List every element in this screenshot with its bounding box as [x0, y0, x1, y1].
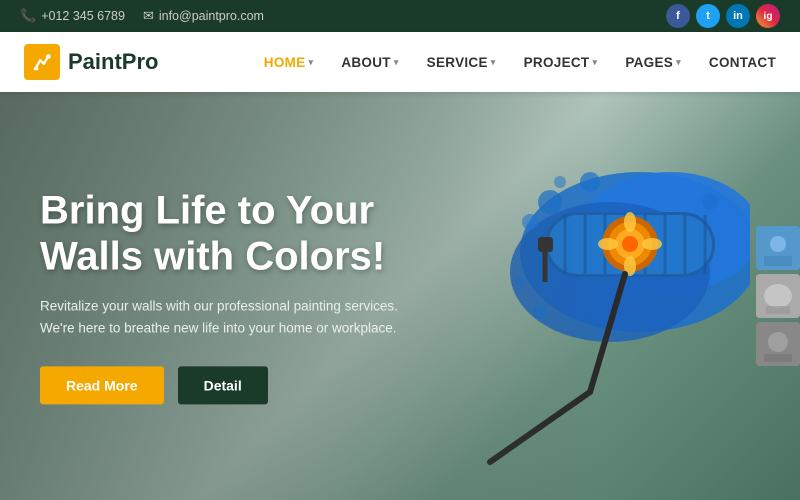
chevron-down-icon: ▾ [491, 57, 496, 68]
phone-icon: 📞 [20, 8, 36, 24]
email-info: ✉ info@paintpro.com [143, 8, 264, 24]
hero-section: Bring Life to Your Walls with Colors! Re… [0, 92, 800, 500]
mail-icon: ✉ [143, 8, 154, 24]
instagram-icon[interactable]: ig [756, 4, 780, 28]
nav-project[interactable]: PROJECT ▾ [524, 55, 598, 70]
facebook-icon[interactable]: f [666, 4, 690, 28]
top-bar-contact: 📞 +012 345 6789 ✉ info@paintpro.com [20, 8, 264, 24]
hero-title: Bring Life to Your Walls with Colors! [40, 187, 480, 279]
email-address: info@paintpro.com [159, 9, 264, 23]
hero-content: Bring Life to Your Walls with Colors! Re… [40, 187, 480, 404]
chevron-down-icon: ▾ [676, 57, 681, 68]
hero-subtitle: Revitalize your walls with our professio… [40, 295, 420, 338]
side-thumbnails [756, 226, 800, 366]
chevron-down-icon: ▾ [592, 57, 597, 68]
navbar: PaintPro HOME ▾ ABOUT ▾ SERVICE ▾ PROJEC… [0, 32, 800, 92]
read-more-button[interactable]: Read More [40, 367, 164, 405]
thumbnail-2[interactable] [756, 274, 800, 318]
chevron-down-icon: ▾ [309, 57, 314, 68]
nav-links: HOME ▾ ABOUT ▾ SERVICE ▾ PROJECT ▾ PAGES… [264, 55, 776, 70]
thumbnail-1[interactable] [756, 226, 800, 270]
phone-number: +012 345 6789 [41, 9, 125, 23]
chevron-down-icon: ▾ [394, 57, 399, 68]
twitter-icon[interactable]: t [696, 4, 720, 28]
social-links: f t in ig [666, 4, 780, 28]
nav-home[interactable]: HOME ▾ [264, 55, 314, 70]
nav-about[interactable]: ABOUT ▾ [341, 55, 398, 70]
nav-contact[interactable]: CONTACT [709, 55, 776, 70]
nav-service[interactable]: SERVICE ▾ [427, 55, 496, 70]
hero-buttons: Read More Detail [40, 367, 480, 405]
phone-info: 📞 +012 345 6789 [20, 8, 125, 24]
brand-name: PaintPro [68, 49, 158, 75]
top-bar: 📞 +012 345 6789 ✉ info@paintpro.com f t … [0, 0, 800, 32]
logo[interactable]: PaintPro [24, 44, 158, 80]
linkedin-icon[interactable]: in [726, 4, 750, 28]
detail-button[interactable]: Detail [178, 367, 268, 405]
nav-pages[interactable]: PAGES ▾ [625, 55, 681, 70]
logo-icon [24, 44, 60, 80]
thumbnail-3[interactable] [756, 322, 800, 366]
